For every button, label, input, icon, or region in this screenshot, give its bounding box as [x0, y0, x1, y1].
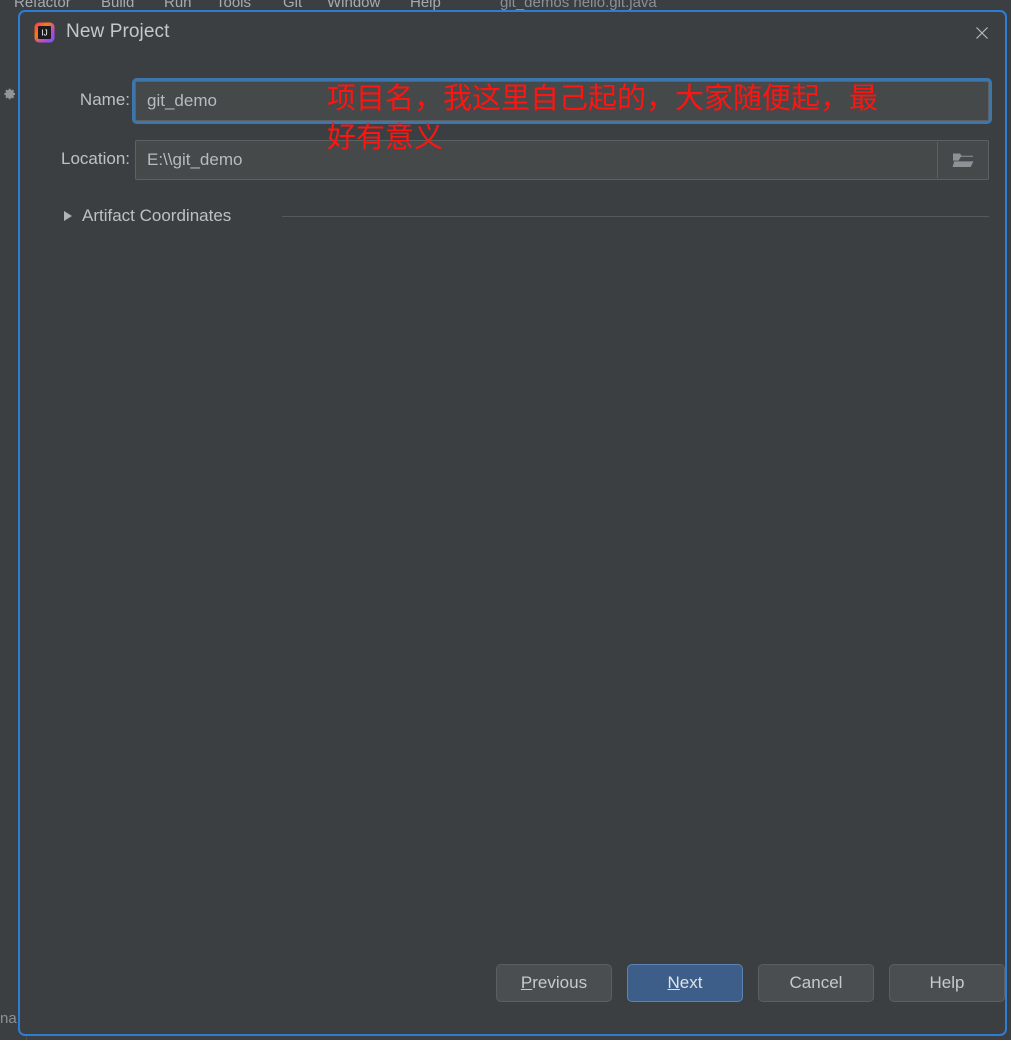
location-field-row: Location: E:\\git_demo: [20, 140, 1005, 180]
new-project-dialog: IJ New Project Name: git_demo Location:: [18, 10, 1007, 1036]
help-button[interactable]: Help: [889, 964, 1005, 1002]
artifact-coordinates-label: Artifact Coordinates: [82, 206, 232, 225]
name-input-value: git_demo: [147, 91, 217, 110]
next-button[interactable]: Next: [627, 964, 743, 1002]
dialog-title-bar: IJ New Project: [20, 12, 1005, 53]
folder-open-icon[interactable]: [937, 142, 987, 178]
location-input-wrapper: E:\\git_demo: [135, 140, 989, 180]
section-separator: [282, 216, 989, 217]
previous-button[interactable]: Previous: [496, 964, 612, 1002]
ide-status-text: na: [0, 1010, 17, 1027]
name-input-wrapper: git_demo: [135, 81, 989, 121]
name-field-row: Name: git_demo: [20, 81, 1005, 121]
dialog-title: New Project: [66, 21, 170, 42]
intellij-idea-icon: IJ: [34, 22, 55, 43]
project-form: Name: git_demo Location: E:\\git_demo Ar…: [20, 53, 1005, 938]
next-button-mnemonic: N: [667, 973, 680, 992]
dialog-button-bar: Previous Next Cancel Help: [20, 938, 1005, 1034]
close-icon[interactable]: [965, 20, 999, 46]
chevron-right-icon: [64, 211, 72, 221]
cancel-button-label: Cancel: [789, 973, 843, 992]
name-label: Name:: [79, 90, 130, 109]
location-input-value: E:\\git_demo: [147, 150, 243, 169]
next-button-label: ext: [679, 973, 703, 992]
name-input[interactable]: git_demo: [135, 81, 989, 121]
artifact-coordinates-toggle[interactable]: Artifact Coordinates: [64, 201, 231, 231]
artifact-coordinates-section: Artifact Coordinates: [20, 201, 1005, 231]
location-label: Location:: [61, 149, 130, 168]
previous-button-label: revious: [532, 973, 588, 992]
help-button-label: Help: [929, 973, 965, 992]
previous-button-mnemonic: P: [520, 973, 533, 992]
cancel-button[interactable]: Cancel: [758, 964, 874, 1002]
svg-text:IJ: IJ: [41, 28, 48, 38]
gear-icon[interactable]: [1, 86, 17, 102]
location-input[interactable]: E:\\git_demo: [135, 140, 989, 180]
